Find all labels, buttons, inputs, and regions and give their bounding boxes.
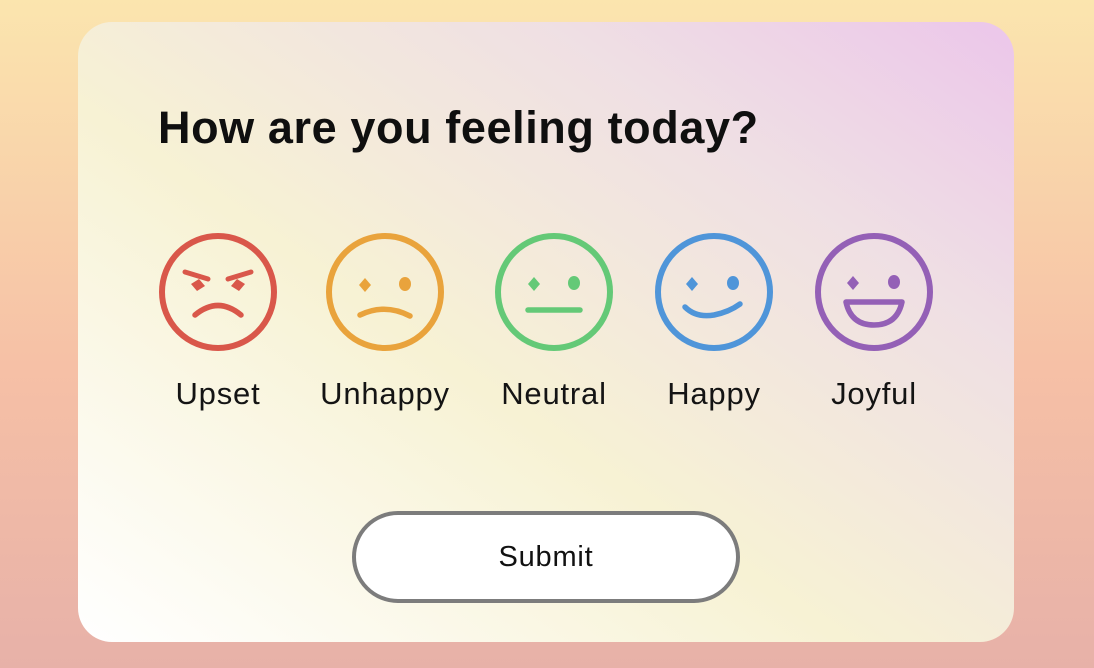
- mood-survey-card: How are you feeling today? Upset Unhappy…: [78, 22, 1014, 642]
- mood-option-neutral[interactable]: Neutral: [474, 232, 634, 422]
- submit-button[interactable]: Submit: [352, 511, 740, 603]
- smiling-face-icon: [655, 233, 773, 351]
- mood-label-joyful: Joyful: [831, 376, 917, 411]
- grinning-face-icon: [815, 233, 933, 351]
- angry-face-icon: [159, 233, 277, 351]
- mood-label-unhappy: Unhappy: [320, 376, 450, 411]
- survey-question: How are you feeling today?: [158, 102, 759, 153]
- mood-option-upset[interactable]: Upset: [138, 232, 298, 422]
- mood-label-neutral: Neutral: [501, 376, 607, 411]
- mood-label-happy: Happy: [667, 376, 761, 411]
- mood-option-unhappy[interactable]: Unhappy: [305, 232, 465, 422]
- mood-option-happy[interactable]: Happy: [634, 232, 794, 422]
- mood-option-joyful[interactable]: Joyful: [794, 232, 954, 422]
- mood-label-upset: Upset: [175, 376, 261, 411]
- neutral-face-icon: [495, 233, 613, 351]
- sad-face-icon: [326, 233, 444, 351]
